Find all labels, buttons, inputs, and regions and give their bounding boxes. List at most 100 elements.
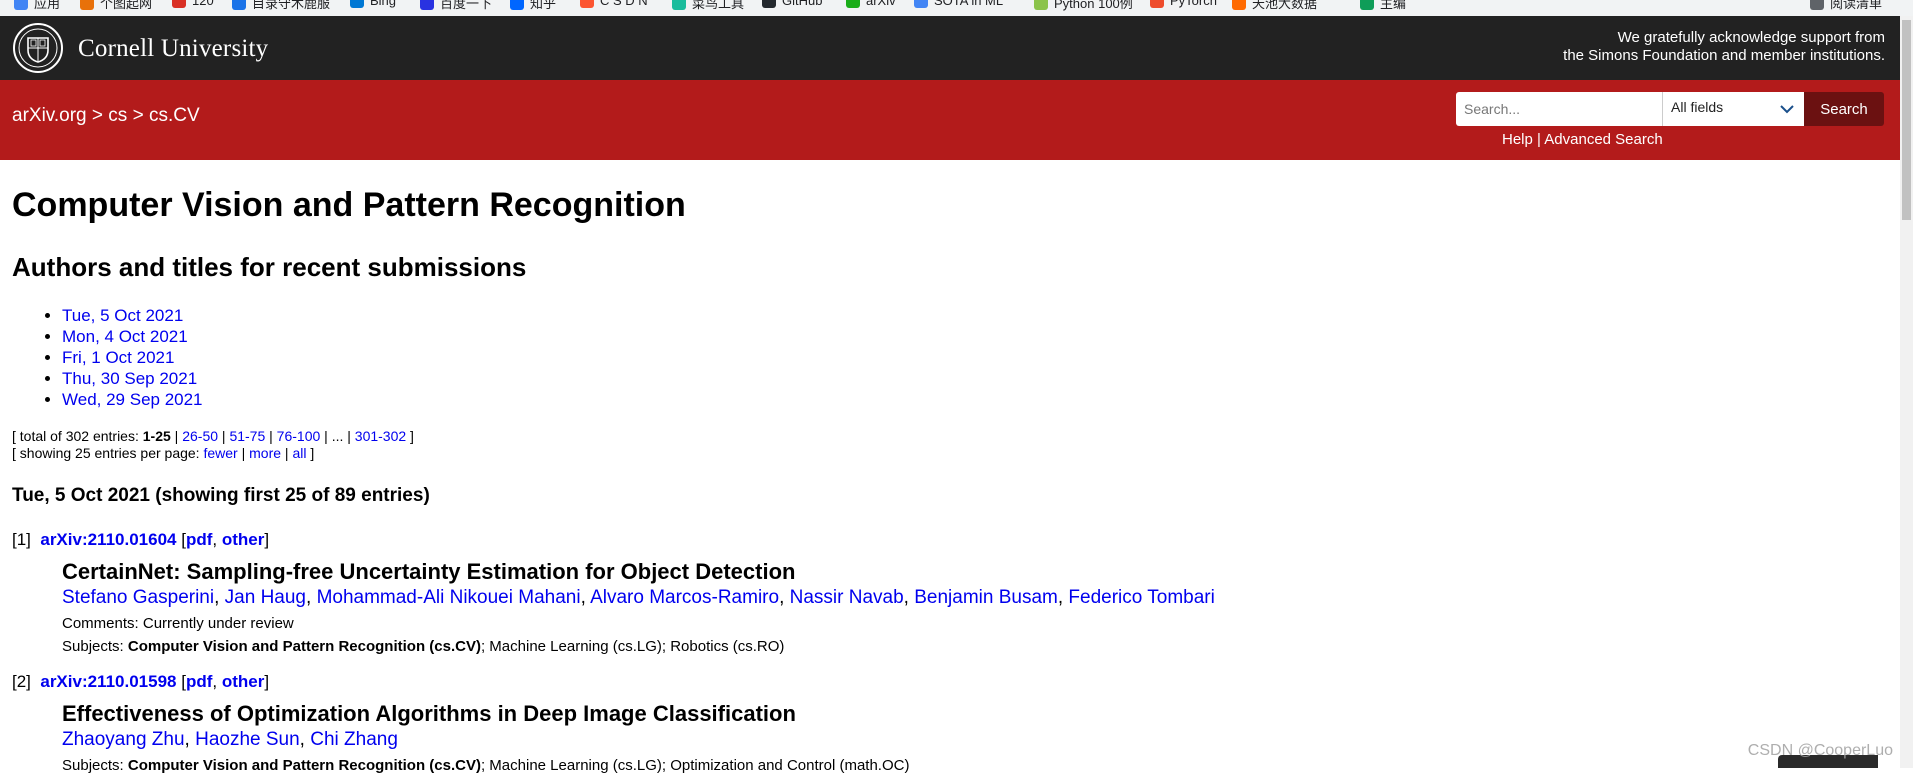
bookmark-favicon-icon (1150, 0, 1164, 8)
cornell-seal-icon[interactable] (12, 22, 64, 74)
bookmark-favicon-icon (1360, 0, 1374, 10)
bookmark-item[interactable]: Python 100例 (1034, 0, 1133, 12)
bookmark-favicon-icon (672, 0, 686, 10)
bookmark-item[interactable]: 百度一下 (420, 0, 492, 12)
page-title: Computer Vision and Pattern Recognition (12, 186, 686, 224)
bookmark-favicon-icon (172, 0, 186, 8)
scrollbar-thumb[interactable] (1902, 20, 1911, 220)
fewer-link[interactable]: fewer (203, 445, 237, 461)
date-list-item: Thu, 30 Sep 2021 (62, 368, 203, 389)
author-link[interactable]: Nassir Navab (790, 587, 904, 608)
per-page-prefix: [ showing 25 entries per page: (12, 445, 204, 461)
bookmark-label: 120 (192, 0, 214, 8)
help-link[interactable]: Help (1502, 131, 1533, 148)
bookmark-item[interactable]: 菜鸟工具 (672, 0, 744, 12)
bookmark-label: 主编 (1380, 0, 1407, 11)
bookmark-item[interactable]: Bing (350, 0, 396, 8)
page-subtitle: Authors and titles for recent submission… (12, 252, 527, 282)
bookmark-favicon-icon (80, 0, 94, 10)
date-list-item: Wed, 29 Sep 2021 (62, 389, 203, 410)
bookmark-item[interactable]: 目录守木鹿服 (232, 0, 330, 12)
bookmark-item[interactable]: arXiv (846, 0, 896, 8)
author-link[interactable]: Alvaro Marcos-Ramiro (590, 587, 779, 608)
pdf-link[interactable]: pdf (186, 530, 212, 549)
bookmark-favicon-icon (762, 0, 776, 8)
bookmark-favicon-icon (914, 0, 928, 8)
cornell-university-name[interactable]: Cornell University (78, 35, 268, 63)
advanced-search-link[interactable]: Advanced Search (1544, 131, 1662, 148)
author-link[interactable]: Haozhe Sun (195, 729, 300, 750)
bookmark-item[interactable]: C S D N (580, 0, 648, 8)
author-link[interactable]: Jan Haug (225, 587, 306, 608)
date-list-item: Mon, 4 Oct 2021 (62, 326, 203, 347)
bookmark-favicon-icon (1232, 0, 1246, 10)
bookmark-item[interactable]: 个图起网 (80, 0, 152, 12)
entry-body: Effectiveness of Optimization Algorithms… (62, 701, 1612, 774)
scrollbar[interactable] (1900, 16, 1913, 768)
search-field-select[interactable]: All fields (1662, 92, 1804, 126)
bookmark-label: 天池大数据 (1252, 0, 1318, 11)
pagination-current: 1-25 (142, 428, 171, 444)
bookmark-item[interactable]: SOTA in ML (914, 0, 1003, 8)
author-link[interactable]: Zhaoyang Zhu (62, 729, 185, 750)
bookmark-item[interactable]: 知乎 (510, 0, 556, 12)
search-button[interactable]: Search (1804, 92, 1884, 126)
help-links: Help | Advanced Search (1502, 131, 1663, 148)
primary-subject: Computer Vision and Pattern Recognition … (127, 757, 481, 774)
bookmark-item[interactable]: PyTorch (1150, 0, 1217, 8)
author-link[interactable]: Federico Tombari (1068, 587, 1214, 608)
author-link[interactable]: Chi Zhang (310, 729, 398, 750)
date-link[interactable]: Wed, 29 Sep 2021 (62, 390, 203, 409)
date-link[interactable]: Fri, 1 Oct 2021 (62, 348, 174, 367)
author-link[interactable]: Mohammad-Ali Nikouei Mahani (317, 587, 581, 608)
entry-header: [2] arXiv:2110.01598 [pdf, other] (12, 672, 270, 691)
bookmark-label: 菜鸟工具 (692, 0, 745, 11)
breadcrumb-cs-cv[interactable]: cs.CV (149, 105, 200, 126)
bookmark-item[interactable]: 阅读清单 (1810, 0, 1882, 12)
ack-line-2[interactable]: the Simons Foundation and member institu… (1563, 47, 1885, 65)
bookmark-item[interactable]: 天池大数据 (1232, 0, 1317, 12)
bookmark-item[interactable]: GitHub (762, 0, 822, 8)
pagination: [ total of 302 entries: 1-25 | 26-50 | 5… (12, 428, 414, 462)
bookmark-item[interactable]: 应用 (14, 0, 60, 12)
arxiv-id-link[interactable]: arXiv:2110.01598 (40, 672, 176, 691)
breadcrumb-cs[interactable]: cs (108, 105, 127, 126)
bookmark-favicon-icon (232, 0, 246, 10)
bookmark-label: PyTorch (1170, 0, 1217, 8)
entry: [2] arXiv:2110.01598 [pdf, other] Effect… (12, 672, 1612, 774)
pdf-link[interactable]: pdf (186, 672, 212, 691)
entry-title: Effectiveness of Optimization Algorithms… (62, 701, 796, 726)
entry: [1] arXiv:2110.01604 [pdf, other] Certai… (12, 530, 1612, 655)
section-heading: Tue, 5 Oct 2021 (showing first 25 of 89 … (12, 485, 430, 506)
author-link[interactable]: Benjamin Busam (914, 587, 1058, 608)
entry-index: [1] (12, 530, 31, 549)
breadcrumb-arxiv[interactable]: arXiv.org (12, 105, 87, 126)
cornell-header: Cornell University We gratefully acknowl… (0, 16, 1900, 80)
comments-label: Comments: (62, 615, 139, 632)
bookmark-item[interactable]: 120 (172, 0, 214, 8)
date-link[interactable]: Mon, 4 Oct 2021 (62, 327, 188, 346)
entry-comments: Comments: Currently under review (62, 615, 1612, 632)
entry-title: CertainNet: Sampling-free Uncertainty Es… (62, 559, 796, 584)
search-input[interactable] (1456, 92, 1662, 126)
page-link[interactable]: 26-50 (182, 428, 218, 444)
bookmark-favicon-icon (510, 0, 524, 10)
date-link[interactable]: Tue, 5 Oct 2021 (62, 306, 183, 325)
date-link[interactable]: Thu, 30 Sep 2021 (62, 369, 197, 388)
ack-line-1[interactable]: We gratefully acknowledge support from (1563, 29, 1885, 47)
all-link[interactable]: all (292, 445, 306, 461)
other-formats-link[interactable]: other (222, 530, 265, 549)
page-link[interactable]: 76-100 (277, 428, 321, 444)
bookmark-item[interactable]: 主编 (1360, 0, 1406, 12)
other-subjects: ; Machine Learning (cs.LG); Robotics (cs… (480, 638, 785, 655)
acknowledgement: We gratefully acknowledge support from t… (1563, 29, 1885, 65)
date-list-item: Tue, 5 Oct 2021 (62, 305, 203, 326)
other-formats-link[interactable]: other (222, 672, 265, 691)
more-link[interactable]: more (249, 445, 281, 461)
arxiv-id-link[interactable]: arXiv:2110.01604 (40, 530, 176, 549)
page-link[interactable]: 51-75 (229, 428, 265, 444)
page-link-last[interactable]: 301-302 (355, 428, 406, 444)
entry-subjects: Subjects: Computer Vision and Pattern Re… (62, 757, 1612, 774)
date-list: Tue, 5 Oct 2021 Mon, 4 Oct 2021 Fri, 1 O… (12, 305, 203, 410)
author-link[interactable]: Stefano Gasperini (62, 587, 214, 608)
